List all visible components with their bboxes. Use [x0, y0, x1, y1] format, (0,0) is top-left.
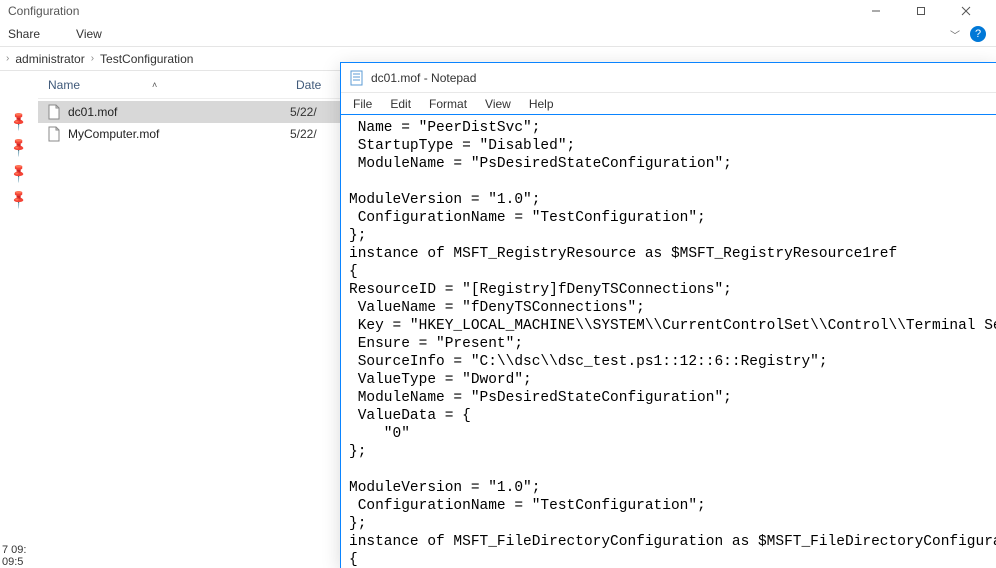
file-name: dc01.mof [68, 105, 117, 119]
column-header-name[interactable]: Name ˄ [38, 78, 288, 92]
explorer-title-text: Configuration [8, 4, 79, 18]
menu-format[interactable]: Format [427, 96, 469, 112]
breadcrumb-item[interactable]: TestConfiguration [100, 52, 193, 66]
minimize-button[interactable] [853, 0, 898, 22]
file-icon [46, 126, 62, 142]
file-icon [46, 104, 62, 120]
explorer-titlebar: Configuration [0, 0, 996, 22]
explorer-ribbon: Share View ﹀ ? [0, 22, 996, 47]
menu-edit[interactable]: Edit [388, 96, 413, 112]
column-name-label: Name [48, 78, 80, 92]
notepad-title-text: dc01.mof - Notepad [371, 71, 476, 85]
status-line: 09:5 [2, 556, 26, 568]
status-bar: 7 09: 09:5 [0, 544, 26, 568]
pin-icon[interactable]: 📌 [8, 110, 31, 133]
status-line: 7 09: [2, 544, 26, 556]
pin-icon[interactable]: 📌 [8, 162, 31, 185]
menu-help[interactable]: Help [527, 96, 556, 112]
file-date: 5/22/ [290, 127, 317, 141]
window-controls [853, 0, 988, 22]
menu-view[interactable]: View [483, 96, 513, 112]
ribbon-tab-share[interactable]: Share [4, 25, 44, 43]
sort-caret-icon: ˄ [152, 80, 157, 90]
column-header-date[interactable]: Date [288, 78, 321, 92]
notepad-icon [349, 70, 365, 86]
chevron-down-icon[interactable]: ﹀ [950, 27, 960, 42]
breadcrumb-item[interactable]: administrator [15, 52, 84, 66]
close-button[interactable] [943, 0, 988, 22]
notepad-text-area[interactable]: Name = "PeerDistSvc"; StartupType = "Dis… [341, 115, 996, 568]
quick-access-column: 📌 📌 📌 📌 [0, 71, 38, 544]
notepad-window: dc01.mof - Notepad File Edit Format View… [340, 62, 996, 568]
column-date-label: Date [296, 78, 321, 92]
pin-icon[interactable]: 📌 [8, 136, 31, 159]
help-icon[interactable]: ? [970, 26, 986, 42]
notepad-titlebar[interactable]: dc01.mof - Notepad [341, 63, 996, 93]
maximize-button[interactable] [898, 0, 943, 22]
chevron-right-icon: › [6, 53, 9, 64]
file-name: MyComputer.mof [68, 127, 159, 141]
menu-file[interactable]: File [351, 96, 374, 112]
pin-icon[interactable]: 📌 [8, 188, 31, 211]
file-date: 5/22/ [290, 105, 317, 119]
ribbon-tab-view[interactable]: View [72, 25, 106, 43]
chevron-right-icon: › [91, 53, 94, 64]
notepad-menu: File Edit Format View Help [341, 93, 996, 115]
